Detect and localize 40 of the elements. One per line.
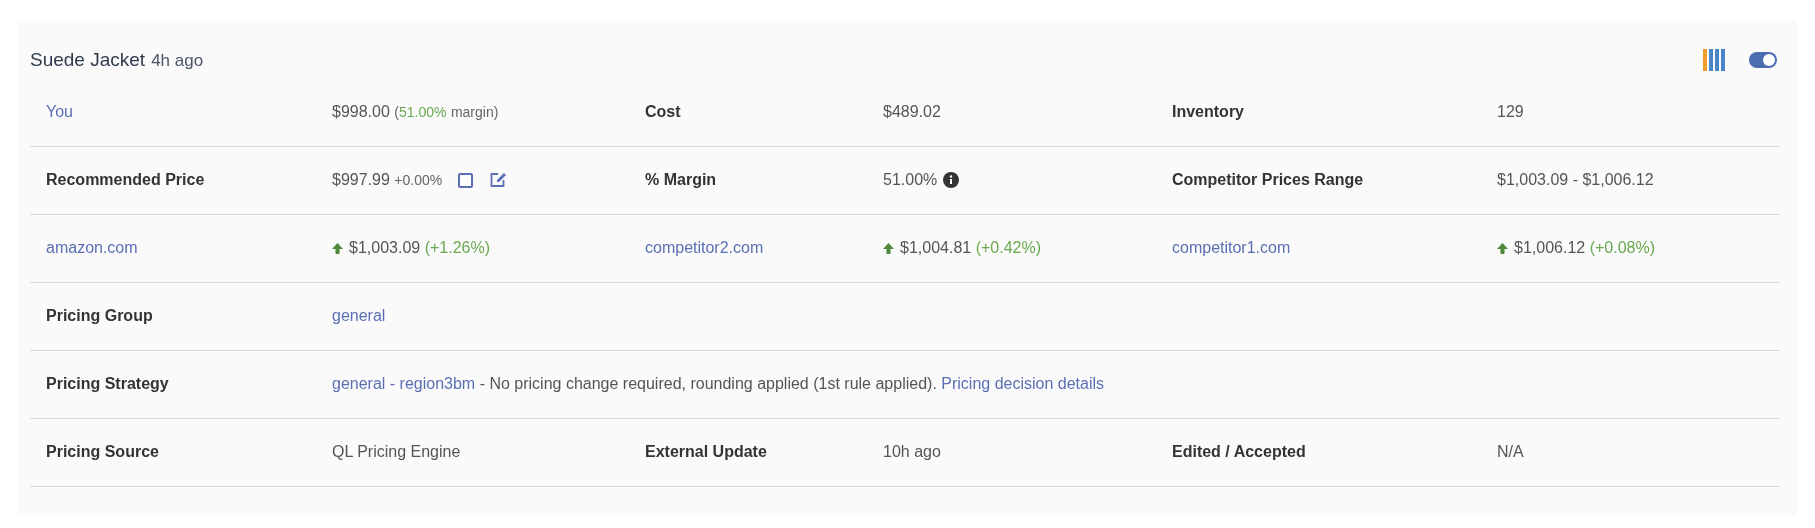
field-label: Pricing Source [46, 442, 159, 462]
link[interactable]: amazon.com [46, 236, 138, 260]
field-label: Pricing Group [46, 306, 153, 326]
field-value: $1,006.12 (+0.08%) [1514, 238, 1655, 258]
link[interactable]: general - region3bm [332, 375, 476, 392]
up-arrow-icon [883, 242, 894, 254]
field-value: $1,004.81 (+0.42%) [900, 238, 1041, 258]
field-value: $997.99 +0.00% [332, 170, 443, 190]
field-value: $1,003.09 - $1,006.12 [1497, 170, 1654, 190]
strategy-text: general - region3bm - No pricing change required, rounding applied (1st rule applied). Pricing decision details [332, 374, 1105, 394]
link[interactable]: Pricing decision details [941, 375, 1105, 392]
field-label: Competitor Prices Range [1172, 170, 1364, 190]
field-value: 51.00% [883, 170, 938, 190]
field-label: Pricing Strategy [46, 374, 169, 394]
product-title: Suede Jacket [30, 48, 146, 72]
field-label: Cost [645, 102, 681, 122]
field-label: External Update [645, 442, 767, 462]
link[interactable]: general [332, 304, 386, 328]
up-arrow-icon [1497, 242, 1508, 254]
edit-icon[interactable] [489, 172, 508, 188]
field-value: N/A [1497, 442, 1524, 462]
field-value: QL Pricing Engine [332, 442, 461, 462]
up-arrow-icon [332, 242, 343, 254]
toggle-switch[interactable] [1749, 52, 1777, 69]
columns-icon[interactable] [1703, 49, 1727, 72]
link[interactable]: competitor1.com [1172, 236, 1291, 260]
timestamp: 4h ago [151, 50, 204, 72]
field-label: Edited / Accepted [1172, 442, 1306, 462]
link[interactable]: competitor2.com [645, 236, 764, 260]
info-icon [943, 172, 960, 188]
field-value: $998.00 (51.00% margin) [332, 102, 499, 122]
field-label: % Margin [645, 170, 717, 190]
field-value: $489.02 [883, 102, 941, 122]
field-label: Recommended Price [46, 170, 205, 190]
field-value: 10h ago [883, 442, 941, 462]
field-value: 129 [1497, 102, 1524, 122]
checkbox[interactable] [458, 172, 474, 188]
link[interactable]: You [46, 100, 73, 124]
field-label: Inventory [1172, 102, 1244, 122]
field-value: $1,003.09 (+1.26%) [349, 238, 490, 258]
